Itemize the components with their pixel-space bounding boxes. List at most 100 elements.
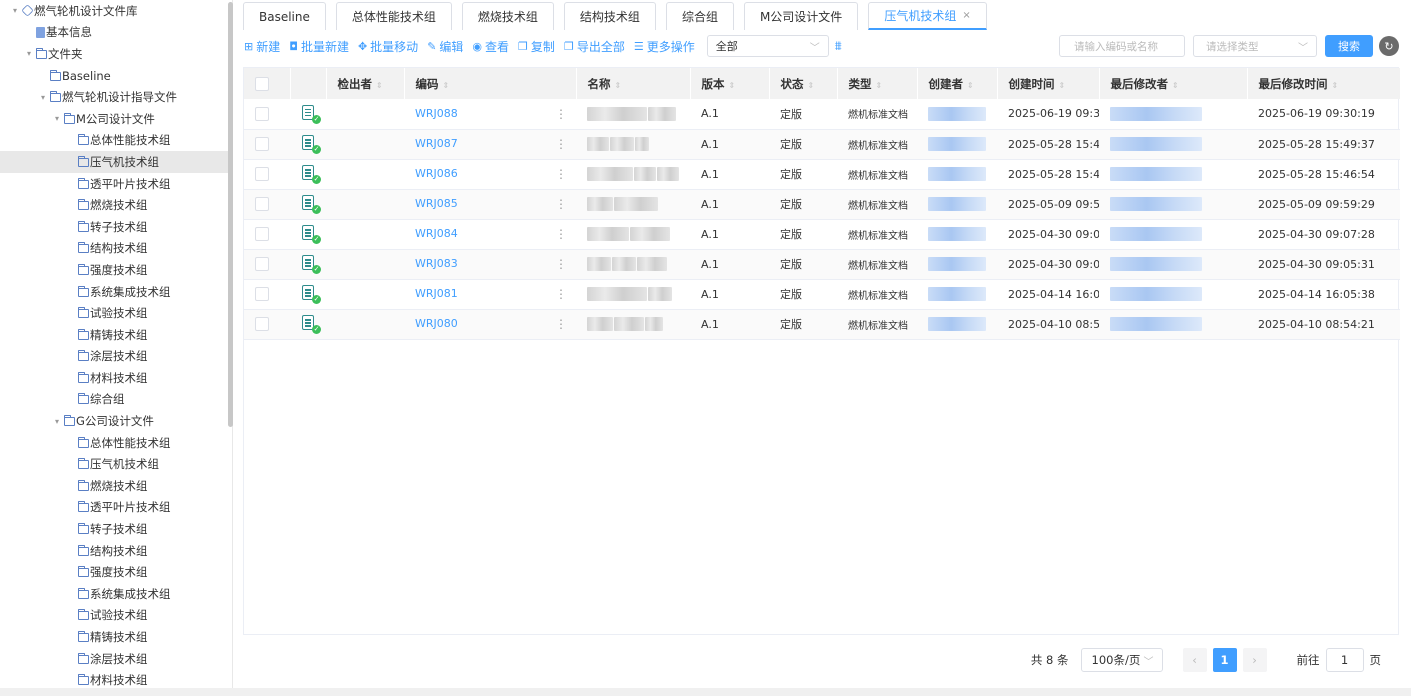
batch-new-button[interactable]: ◘ 批量新建 bbox=[289, 38, 349, 55]
tree-node[interactable]: ▾ 燃气轮机设计文件库 bbox=[0, 0, 232, 22]
table-row[interactable]: ✓ WRJ086 ⋮ A.1 定版 燃机标准文档 2025-05-28 15:4... 202… bbox=[244, 159, 1400, 190]
tree-node[interactable]: 试验技术组 bbox=[0, 605, 232, 627]
new-button[interactable]: ⊞ 新建 bbox=[244, 38, 280, 55]
tree-node[interactable]: 燃烧技术组 bbox=[0, 475, 232, 497]
sort-icon[interactable]: ⇕ bbox=[729, 81, 736, 90]
row-checkbox[interactable] bbox=[255, 137, 269, 151]
tree-node[interactable]: 结构技术组 bbox=[0, 238, 232, 260]
more-vertical-icon[interactable]: ⋮ bbox=[555, 257, 567, 271]
tree-node[interactable]: 总体性能技术组 bbox=[0, 432, 232, 454]
code-link[interactable]: WRJ087 bbox=[415, 137, 458, 150]
tab[interactable]: Baseline bbox=[243, 2, 326, 30]
more-vertical-icon[interactable]: ⋮ bbox=[555, 197, 567, 211]
page-number-current[interactable]: 1 bbox=[1212, 648, 1237, 672]
code-link[interactable]: WRJ080 bbox=[415, 317, 458, 330]
view-button[interactable]: ◉ 查看 bbox=[472, 38, 509, 55]
copy-button[interactable]: ❐ 复制 bbox=[518, 38, 555, 55]
sort-icon[interactable]: ⇕ bbox=[967, 81, 974, 90]
column-header[interactable]: 版本 ⇕ bbox=[690, 68, 770, 99]
tree-node[interactable]: 精铸技术组 bbox=[0, 324, 232, 346]
sort-icon[interactable]: ⇕ bbox=[808, 81, 815, 90]
row-checkbox[interactable] bbox=[255, 227, 269, 241]
tree-node[interactable]: 压气机技术组 bbox=[0, 151, 232, 173]
select-all-checkbox[interactable] bbox=[255, 76, 269, 91]
table-row[interactable]: ✓ WRJ081 ⋮ A.1 定版 燃机标准文档 2025-04-14 16:0... 202… bbox=[244, 279, 1400, 310]
more-vertical-icon[interactable]: ⋮ bbox=[555, 227, 567, 241]
tree-node[interactable]: 试验技术组 bbox=[0, 302, 232, 324]
batch-move-button[interactable]: ✥ 批量移动 bbox=[358, 38, 418, 55]
table-row[interactable]: ✓ WRJ088 ⋮ A.1 定版 燃机标准文档 2025-06-19 09:3... 202… bbox=[244, 99, 1400, 130]
tab[interactable]: 结构技术组 bbox=[563, 2, 656, 30]
search-button[interactable]: 搜索 bbox=[1325, 35, 1373, 57]
prev-page-button[interactable]: ‹ bbox=[1182, 648, 1207, 672]
tree-node[interactable]: 透平叶片技术组 bbox=[0, 497, 232, 519]
sort-icon[interactable]: ⇕ bbox=[1332, 81, 1339, 90]
caret-down-icon[interactable]: ▾ bbox=[52, 417, 62, 426]
row-checkbox[interactable] bbox=[255, 197, 269, 211]
caret-down-icon[interactable]: ▾ bbox=[38, 93, 48, 102]
column-header[interactable]: 最后修改者 ⇕ bbox=[1099, 68, 1248, 99]
edit-button[interactable]: ✎ 编辑 bbox=[427, 38, 463, 55]
scope-select[interactable]: 全部 ﹀ bbox=[706, 35, 829, 57]
more-vertical-icon[interactable]: ⋮ bbox=[555, 287, 567, 301]
sort-icon[interactable]: ⇕ bbox=[876, 81, 883, 90]
column-header[interactable]: 类型 ⇕ bbox=[837, 68, 918, 99]
tree-node[interactable]: 材料技术组 bbox=[0, 367, 232, 389]
tree-node[interactable]: ▾ 燃气轮机设计指导文件 bbox=[0, 86, 232, 108]
tree-node[interactable]: 综合组 bbox=[0, 389, 232, 411]
tree-node[interactable]: Baseline bbox=[0, 65, 232, 87]
tree-node[interactable]: 转子技术组 bbox=[0, 518, 232, 540]
tree-node[interactable]: 燃烧技术组 bbox=[0, 194, 232, 216]
tree-node[interactable]: 压气机技术组 bbox=[0, 453, 232, 475]
column-header[interactable]: 创建者 ⇕ bbox=[917, 68, 998, 99]
sort-icon[interactable]: ⇕ bbox=[1172, 81, 1179, 90]
caret-down-icon[interactable]: ▾ bbox=[52, 114, 62, 123]
tree-node[interactable]: 精铸技术组 bbox=[0, 626, 232, 648]
tree-node[interactable]: 总体性能技术组 bbox=[0, 130, 232, 152]
code-link[interactable]: WRJ083 bbox=[415, 257, 458, 270]
tree-node[interactable]: 系统集成技术组 bbox=[0, 583, 232, 605]
tree-node[interactable]: ▾ 文件夹 bbox=[0, 43, 232, 65]
sort-icon[interactable]: ⇕ bbox=[1059, 81, 1066, 90]
column-header[interactable]: 编码 ⇕ bbox=[404, 68, 577, 99]
search-input[interactable]: 请输入编码或名称 bbox=[1059, 35, 1185, 57]
table-row[interactable]: ✓ WRJ085 ⋮ A.1 定版 燃机标准文档 2025-05-09 09:5... 202… bbox=[244, 189, 1400, 220]
tab[interactable]: 综合组 bbox=[665, 2, 734, 30]
page-size-select[interactable]: 100条/页 ﹀ bbox=[1080, 648, 1163, 672]
table-row[interactable]: ✓ WRJ087 ⋮ A.1 定版 燃机标准文档 2025-05-28 15:4... 202… bbox=[244, 129, 1400, 160]
tree-node[interactable]: 转子技术组 bbox=[0, 216, 232, 238]
row-checkbox[interactable] bbox=[255, 106, 269, 121]
tree-node[interactable]: 材料技术组 bbox=[0, 669, 232, 688]
column-header[interactable]: 状态 ⇕ bbox=[769, 68, 838, 99]
tree-node[interactable]: 涂层技术组 bbox=[0, 648, 232, 670]
tree-node[interactable]: 涂层技术组 bbox=[0, 346, 232, 368]
row-checkbox[interactable] bbox=[255, 167, 269, 181]
tree-node[interactable]: ▾ M公司设计文件 bbox=[0, 108, 232, 130]
tab[interactable]: 压气机技术组 × bbox=[868, 2, 987, 30]
column-header[interactable]: 最后修改时间 ⇕ bbox=[1247, 68, 1401, 99]
tree-node[interactable]: 透平叶片技术组 bbox=[0, 173, 232, 195]
table-row[interactable]: ✓ WRJ083 ⋮ A.1 定版 燃机标准文档 2025-04-30 09:0... 202… bbox=[244, 249, 1400, 280]
tree-node[interactable]: 强度技术组 bbox=[0, 259, 232, 281]
sort-icon[interactable]: ⇕ bbox=[376, 81, 383, 90]
more-vertical-icon[interactable]: ⋮ bbox=[555, 107, 567, 121]
tab[interactable]: 燃烧技术组 bbox=[461, 2, 554, 30]
tree-node[interactable]: ▾ G公司设计文件 bbox=[0, 410, 232, 432]
sidebar-scrollbar[interactable] bbox=[228, 2, 233, 427]
refresh-icon[interactable]: ↻ bbox=[1379, 36, 1399, 56]
code-link[interactable]: WRJ081 bbox=[415, 287, 458, 300]
code-link[interactable]: WRJ088 bbox=[415, 107, 458, 120]
filter-icon[interactable]: ⩩ bbox=[835, 39, 842, 54]
more-vertical-icon[interactable]: ⋮ bbox=[555, 167, 567, 181]
close-icon[interactable]: × bbox=[962, 10, 970, 21]
code-link[interactable]: WRJ084 bbox=[415, 227, 458, 240]
more-vertical-icon[interactable]: ⋮ bbox=[555, 317, 567, 331]
type-select[interactable]: 请选择类型 ﹀ bbox=[1193, 35, 1317, 57]
tree-node[interactable]: 系统集成技术组 bbox=[0, 281, 232, 303]
next-page-button[interactable]: › bbox=[1242, 648, 1267, 672]
row-checkbox[interactable] bbox=[255, 317, 269, 331]
sort-icon[interactable]: ⇕ bbox=[615, 81, 622, 90]
table-row[interactable]: ✓ WRJ080 ⋮ A.1 定版 燃机标准文档 2025-04-10 08:5... 202… bbox=[244, 309, 1400, 340]
sort-icon[interactable]: ⇕ bbox=[443, 81, 450, 90]
code-link[interactable]: WRJ086 bbox=[415, 167, 458, 180]
